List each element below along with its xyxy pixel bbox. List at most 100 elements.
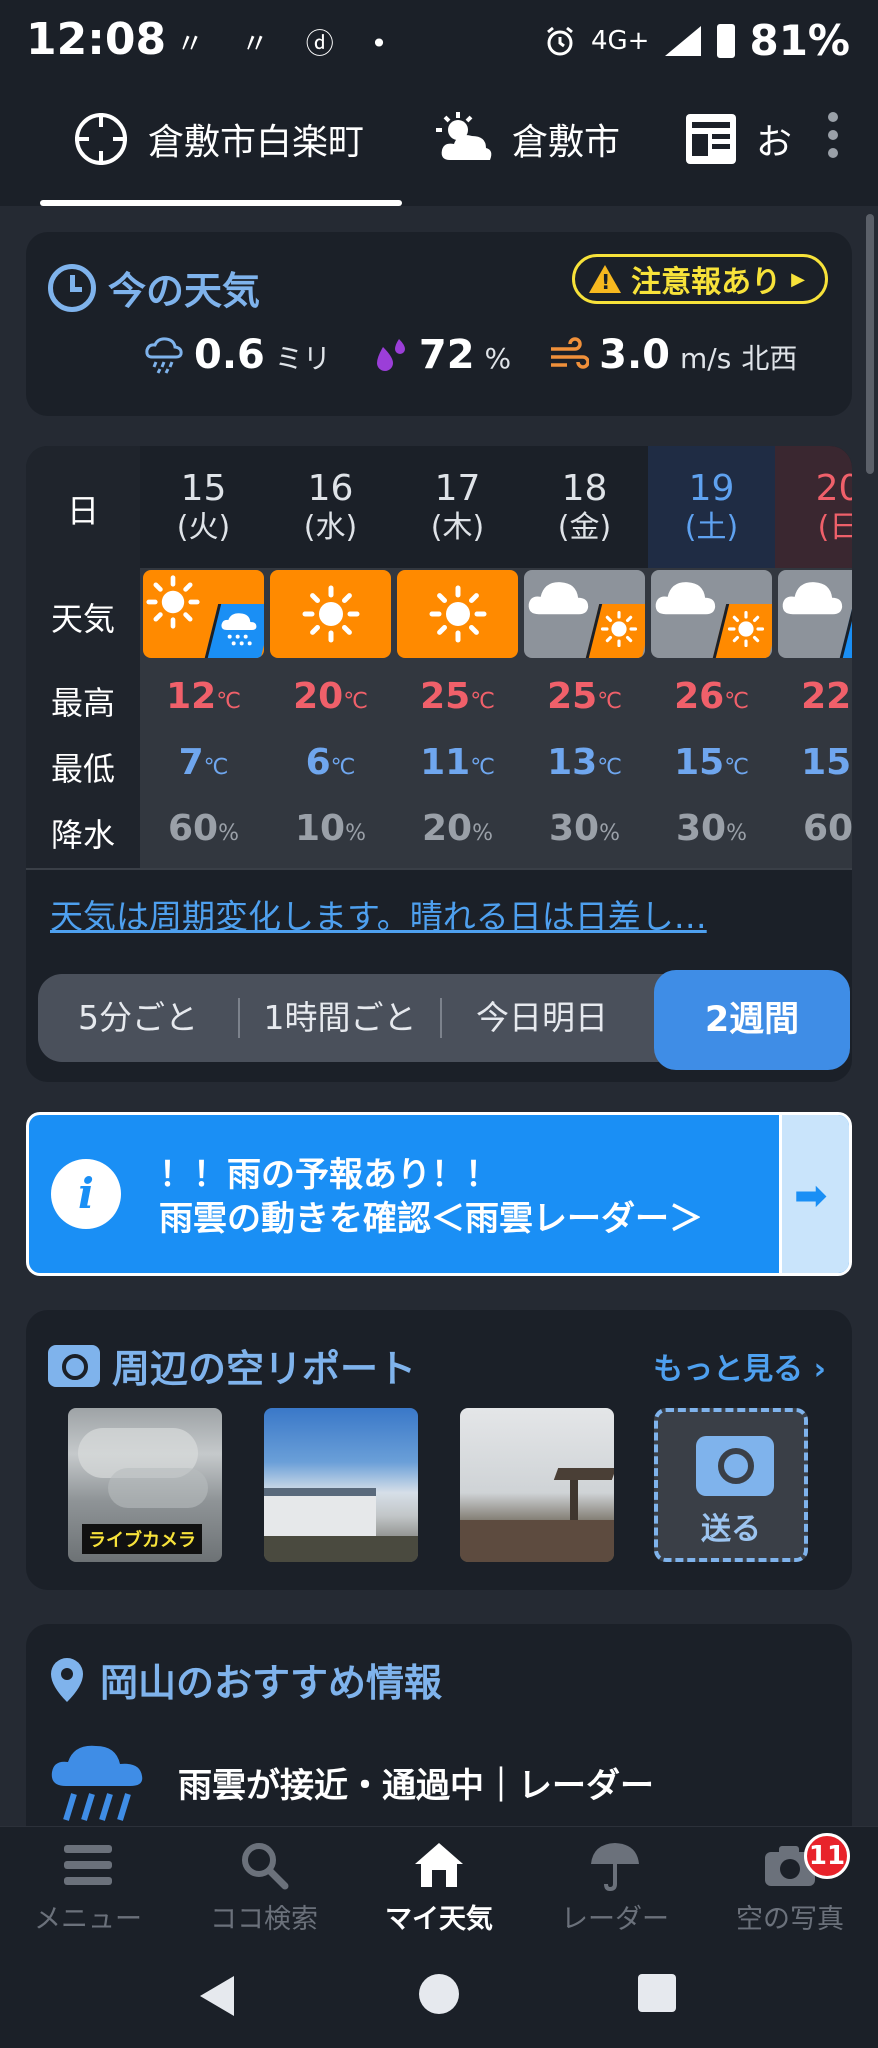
humidity-value: 72 — [418, 332, 475, 378]
notification-badge: 11 — [804, 1833, 850, 1879]
wind-icon — [551, 337, 590, 369]
row-label-day: 日 — [66, 492, 99, 530]
wind-value: 3.0 — [599, 332, 671, 378]
alarm-icon — [547, 26, 573, 55]
forecast-day-of-week: (土) — [684, 510, 739, 545]
forecast-low-temp: 7℃ — [178, 742, 229, 783]
segment-two-weeks[interactable]: 2週間 — [654, 970, 850, 1070]
forecast-low-temp: 13℃ — [547, 742, 622, 783]
forecast-range-switch: 5分ごと 1時間ごと 今日明日 2週間 — [38, 970, 850, 1070]
clock-icon — [48, 263, 96, 312]
status-right: 4G+ 81% — [543, 16, 850, 65]
battery-percent: 81% — [749, 16, 850, 65]
recent-apps-icon[interactable] — [638, 1974, 676, 2012]
forecast-weather-icon — [651, 570, 772, 658]
forecast-date: 17 — [434, 468, 481, 509]
sky-report-title: 周辺の空リポート — [48, 1338, 416, 1393]
forecast-low-temp: 15℃ — [674, 742, 749, 783]
forecast-date: 19 — [688, 468, 735, 509]
status-time: 12:08 — [26, 14, 167, 65]
rain-value: 0.6 — [194, 332, 265, 378]
rain-icon — [219, 610, 259, 654]
location-tab-news[interactable]: お — [684, 102, 792, 176]
location-tab-kurashiki[interactable]: 倉敷市 — [436, 102, 620, 176]
back-icon[interactable] — [200, 1976, 234, 2016]
row-label-high: 最高 — [50, 684, 115, 722]
nav-label: ココ検索 — [210, 1904, 318, 1935]
warning-icon: ! — [589, 265, 622, 294]
forecast-high-temp: 25℃ — [547, 676, 622, 717]
forecast-precip: 30% — [548, 808, 620, 849]
current-weather-title-text: 今の天気 — [108, 269, 261, 313]
scrollbar[interactable] — [866, 214, 874, 474]
sun-cloud-icon — [436, 112, 492, 160]
sky-photo-thumbnail[interactable] — [460, 1408, 614, 1562]
forecast-day-of-week: (木) — [430, 510, 485, 545]
forecast-high-temp: 20℃ — [293, 676, 368, 717]
more-menu-icon[interactable] — [828, 112, 838, 158]
sun-icon — [727, 610, 765, 652]
rain-banner-line1: ！！雨の予報あり！！ — [159, 1155, 499, 1195]
live-camera-label: ライブカメラ — [82, 1524, 202, 1554]
forecast-date: 18 — [561, 468, 608, 509]
status-bar: 12:08 〃 〃 ⓓ • 4G+ 81% — [0, 0, 878, 84]
live-camera-thumbnail[interactable]: ライブカメラ — [68, 1408, 222, 1562]
forecast-weather-icon — [270, 570, 391, 658]
current-weather-title: 今の天気 — [48, 260, 260, 315]
rain-banner-line2: 雨雲の動きを確認＜雨雲レーダー＞ — [159, 1199, 703, 1239]
sun-icon — [270, 570, 391, 658]
nav-menu[interactable]: メニュー — [0, 1839, 176, 1936]
home-circle-icon[interactable] — [419, 1974, 459, 2014]
segment-5min[interactable]: 5分ごと — [38, 974, 238, 1062]
rain-cloud-icon — [145, 337, 183, 374]
sun-icon — [600, 610, 638, 652]
search-icon — [242, 1843, 289, 1890]
segment-hourly[interactable]: 1時間ごと — [240, 974, 440, 1062]
okayama-title: 岡山のおすすめ情報 — [48, 1652, 442, 1707]
forecast-low-temp: 6℃ — [305, 742, 356, 783]
location-tab-shirarakucho[interactable]: 倉敷市白楽町 — [72, 102, 364, 176]
warning-badge[interactable]: ! 注意報あり ▶ — [572, 254, 828, 304]
nav-my-weather[interactable]: マイ天気 — [351, 1839, 527, 1936]
info-icon: i — [51, 1159, 121, 1229]
row-label-precip: 降水 — [50, 816, 115, 854]
see-more-link[interactable]: もっと見る › — [653, 1344, 826, 1388]
menu-icon — [64, 1845, 112, 1885]
segment-today-tomorrow[interactable]: 今日明日 — [442, 974, 642, 1062]
forecast-date: 15 — [180, 468, 227, 509]
location-tab-label: 倉敷市 — [512, 122, 621, 163]
sky-photo-thumbnail[interactable] — [264, 1408, 418, 1562]
forecast-precip: 60% — [167, 808, 239, 849]
nav-sky-photos[interactable]: 空の写真 11 — [702, 1833, 878, 1936]
forecast-high-temp: 25℃ — [420, 676, 495, 717]
camera-icon — [696, 1436, 774, 1496]
humidity-drop-icon — [376, 339, 405, 371]
divider — [26, 868, 852, 870]
rain-radar-banner[interactable]: i ！！雨の予報あり！！ 雨雲の動きを確認＜雨雲レーダー＞ ➡ — [26, 1112, 852, 1276]
location-crosshair-icon — [75, 113, 127, 165]
location-tab-label: 倉敷市白楽町 — [148, 122, 365, 163]
forecast-weather-icon — [143, 570, 264, 658]
send-photo-button[interactable]: 送る — [654, 1408, 808, 1562]
two-week-forecast-card: 日 天気 最高 最低 降水 15 (火) 12℃ 7℃ 60% 16 (水) 2… — [26, 446, 852, 1082]
okayama-item-radar[interactable]: 雨雲が接近・通過中｜レーダー — [48, 1740, 654, 1824]
rain-unit: ミリ — [274, 342, 331, 375]
forecast-summary-link[interactable]: 天気は周期変化します。晴れる日は日差し… — [50, 890, 826, 938]
rain-banner-arrow-box[interactable]: ➡ — [779, 1115, 849, 1273]
forecast-high-temp: 22℃ — [801, 676, 852, 717]
chevron-right-icon: › — [813, 1352, 826, 1387]
row-label-low: 最低 — [50, 750, 115, 788]
nav-radar[interactable]: レーダー — [527, 1839, 703, 1936]
forecast-precip: 60% — [802, 808, 852, 849]
forecast-low-temp: 15℃ — [801, 742, 852, 783]
location-pin-icon — [51, 1657, 83, 1702]
send-label: 送る — [701, 1512, 761, 1547]
camera-icon — [48, 1344, 100, 1387]
forecast-high-temp: 26℃ — [674, 676, 749, 717]
forecast-precip: 20% — [421, 808, 493, 849]
nav-search[interactable]: ココ検索 — [176, 1839, 352, 1936]
arrow-right-icon: ➡ — [794, 1173, 828, 1219]
cloud-icon — [526, 574, 590, 624]
nav-label: マイ天気 — [385, 1904, 493, 1935]
notification-icons: 〃 〃 ⓓ • — [176, 27, 402, 60]
